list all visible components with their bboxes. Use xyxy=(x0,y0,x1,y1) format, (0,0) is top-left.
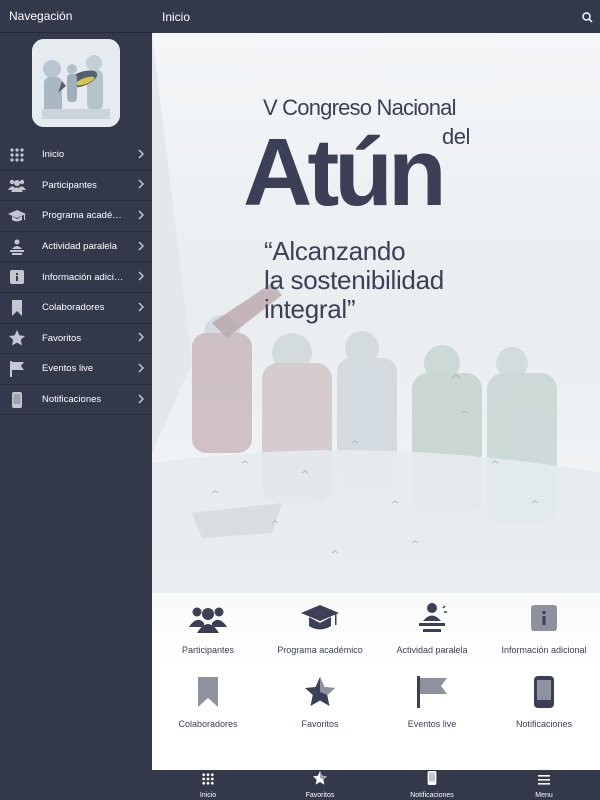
people-icon xyxy=(189,601,227,635)
chevron-right-icon xyxy=(138,176,145,194)
star-icon xyxy=(313,771,327,790)
bottom-tab-bar: Inicio Favoritos Notificaciones Menu xyxy=(152,770,600,800)
sidebar-item-label: Programa académico xyxy=(42,210,128,222)
sidebar-item-label: Actividad paralela xyxy=(42,241,117,253)
event-logo[interactable] xyxy=(32,39,120,127)
top-bar: Inicio xyxy=(152,0,600,33)
phone-icon xyxy=(427,771,437,790)
grid-item-participantes[interactable]: Participantes xyxy=(152,601,264,655)
sidebar-item-colaboradores[interactable]: Colaboradores xyxy=(0,293,152,324)
main-content: V Congreso Nacional del Atún “Alcanzando… xyxy=(152,33,600,770)
sidebar-item-label: Inicio xyxy=(42,149,65,161)
tab-label: Favoritos xyxy=(305,792,335,799)
sidebar-menu: Inicio Participantes Programa académico xyxy=(0,140,152,416)
people-icon xyxy=(0,178,34,193)
tab-inicio[interactable]: Inicio xyxy=(152,770,264,800)
chevron-right-icon xyxy=(138,238,145,256)
sidebar-item-programa[interactable]: Programa académico xyxy=(0,201,152,232)
grid-item-label: Programa académico xyxy=(277,645,363,655)
tab-menu[interactable]: Menu xyxy=(488,770,600,800)
grid-item-eventos-live[interactable]: Eventos live xyxy=(376,675,488,729)
chevron-right-icon xyxy=(138,329,145,347)
chevron-right-icon xyxy=(138,299,145,317)
graduation-cap-icon xyxy=(301,601,339,635)
bookmark-icon xyxy=(0,299,34,316)
sidebar-item-actividad[interactable]: Actividad paralela xyxy=(0,232,152,263)
hero-tagline: “Alcanzando la sostenibilidad integral” xyxy=(264,236,444,324)
hamburger-icon xyxy=(538,772,550,790)
chevron-right-icon xyxy=(138,391,145,409)
grid-icon xyxy=(0,148,34,162)
grid-item-label: Participantes xyxy=(181,645,235,655)
tab-label: Menu xyxy=(535,791,553,799)
flag-icon xyxy=(417,675,447,709)
hero-title-main: Atún xyxy=(243,119,447,226)
chevron-right-icon xyxy=(138,207,145,225)
phone-icon xyxy=(0,391,34,408)
presenter-icon xyxy=(0,239,34,255)
grid-item-actividad[interactable]: Actividad paralela xyxy=(376,601,488,655)
tab-label: Inicio xyxy=(199,791,217,799)
grid-icon xyxy=(202,772,214,790)
flag-icon xyxy=(0,360,34,377)
tab-favoritos[interactable]: Favoritos xyxy=(264,770,376,800)
info-icon xyxy=(531,601,557,635)
navigation-sidebar: Navegación Inicio Participantes Programa… xyxy=(0,0,152,800)
hero-title-line2: del xyxy=(442,124,470,149)
star-icon xyxy=(304,675,336,709)
hero-banner: V Congreso Nacional del Atún “Alcanzando… xyxy=(152,33,600,663)
hero-title-block: V Congreso Nacional del Atún “Alcanzando… xyxy=(152,33,600,353)
sidebar-item-label: Eventos live xyxy=(42,363,94,375)
tuna-fishing-logo-icon xyxy=(32,39,120,127)
sidebar-item-label: Favoritos xyxy=(42,332,82,344)
chevron-right-icon xyxy=(138,146,145,164)
tab-label: Notificaciones xyxy=(410,792,454,799)
sidebar-item-favoritos[interactable]: Favoritos xyxy=(0,324,152,355)
sidebar-item-label: Información adicional xyxy=(42,271,128,283)
sidebar-item-label: Colaboradores xyxy=(42,302,105,314)
chevron-right-icon xyxy=(138,360,145,378)
grid-item-label: Información adicional xyxy=(501,645,587,655)
grid-item-favoritos[interactable]: Favoritos xyxy=(264,675,376,729)
page-title: Inicio xyxy=(162,9,191,24)
sidebar-title: Navegación xyxy=(9,9,73,23)
sidebar-item-label: Notificaciones xyxy=(42,394,102,406)
phone-icon xyxy=(534,675,554,709)
grid-item-programa[interactable]: Programa académico xyxy=(264,601,376,655)
info-icon xyxy=(0,270,34,285)
sidebar-item-informacion[interactable]: Información adicional xyxy=(0,262,152,293)
grid-item-label: Favoritos xyxy=(301,719,339,729)
search-icon[interactable] xyxy=(582,10,593,28)
star-icon xyxy=(0,330,34,346)
sidebar-item-eventos-live[interactable]: Eventos live xyxy=(0,354,152,385)
sidebar-item-participantes[interactable]: Participantes xyxy=(0,171,152,202)
grid-item-label: Actividad paralela xyxy=(396,645,468,655)
presenter-icon xyxy=(416,601,448,635)
grid-item-informacion[interactable]: Información adicional xyxy=(488,601,600,655)
chevron-right-icon xyxy=(138,268,145,286)
bookmark-icon xyxy=(197,675,219,709)
tab-notificaciones[interactable]: Notificaciones xyxy=(376,770,488,800)
grid-item-label: Eventos live xyxy=(407,719,457,729)
grid-item-label: Colaboradores xyxy=(178,719,238,729)
sidebar-item-notificaciones[interactable]: Notificaciones xyxy=(0,385,152,416)
sidebar-header: Navegación xyxy=(0,0,152,33)
grid-item-notificaciones[interactable]: Notificaciones xyxy=(488,675,600,729)
hero-title-line1: V Congreso Nacional xyxy=(263,95,457,120)
sidebar-item-label: Participantes xyxy=(42,179,97,191)
grid-item-colaboradores[interactable]: Colaboradores xyxy=(152,675,264,729)
sidebar-item-inicio[interactable]: Inicio xyxy=(0,140,152,171)
grid-item-label: Notificaciones xyxy=(515,719,573,729)
graduation-cap-icon xyxy=(0,209,34,223)
